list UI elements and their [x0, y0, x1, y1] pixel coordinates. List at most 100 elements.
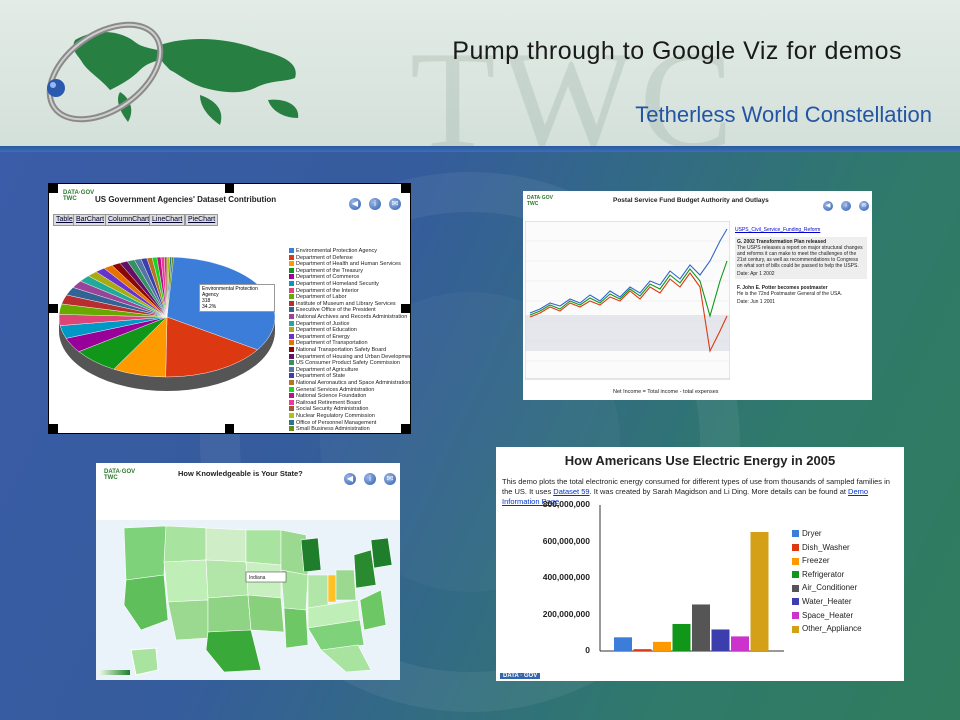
- legend-item: Environmental Protection Agency: [289, 248, 377, 254]
- legend-label: Department of Energy: [296, 333, 350, 340]
- legend-swatch: [289, 327, 294, 333]
- bar-space-heater[interactable]: [731, 636, 749, 651]
- legend-item: Office of Personnel Management: [289, 420, 376, 426]
- legend-label: National Science Foundation: [296, 393, 367, 400]
- resize-handle[interactable]: [49, 424, 58, 433]
- legend-item: Department of Defense: [289, 255, 353, 261]
- legend-label: Department of Education: [296, 327, 357, 334]
- legend-swatch: [289, 320, 294, 326]
- legend-swatch: [289, 393, 294, 399]
- tab-columnchart[interactable]: ColumnChart: [105, 214, 153, 226]
- legend-swatch: [289, 419, 294, 425]
- legend-item: Small Business Administration: [289, 426, 370, 432]
- postal-service-panel[interactable]: DATA·GOV TWC Postal Service Fund Budget …: [523, 191, 872, 400]
- legend-label: Railroad Retirement Board: [296, 399, 362, 406]
- legend-label: National Archives and Records Administra…: [296, 314, 408, 320]
- back-icon[interactable]: ◀: [823, 201, 833, 211]
- legend-label: Executive Office of the President: [296, 307, 376, 314]
- bar-air-conditioner[interactable]: [692, 604, 710, 651]
- postal-chart-title: Postal Service Fund Budget Authority and…: [613, 197, 769, 204]
- bar-freezer[interactable]: [653, 641, 671, 651]
- legend-label: Department of Commerce: [296, 274, 360, 281]
- mail-icon[interactable]: ✉: [859, 201, 869, 211]
- resize-handle[interactable]: [401, 424, 410, 433]
- legend-swatch: [289, 274, 294, 280]
- resize-handle[interactable]: [401, 304, 410, 313]
- resize-handle[interactable]: [401, 184, 410, 193]
- back-icon[interactable]: ◀: [344, 473, 356, 485]
- postal-annotations: USPS_Civil_Service_Funding_Reform G. 200…: [735, 227, 867, 387]
- info-icon[interactable]: i: [364, 473, 376, 485]
- legend-label: National Aeronautics and Space Administr…: [296, 380, 411, 386]
- energy-bar-chart: [599, 505, 784, 652]
- legend-swatch: [289, 261, 294, 267]
- datagov-logo: DATA·GOV TWC: [527, 195, 553, 207]
- legend-swatch: [289, 314, 294, 320]
- agencies-chart-title: US Government Agencies' Dataset Contribu…: [95, 195, 277, 204]
- resize-handle[interactable]: [49, 304, 58, 313]
- legend-swatch: [792, 530, 799, 538]
- legend-swatch: [289, 353, 294, 359]
- resize-handle[interactable]: [49, 184, 58, 193]
- legend-swatch: [289, 333, 294, 339]
- legend-item: Department of Labor: [289, 294, 346, 300]
- state-knowledge-panel[interactable]: DATA·GOV TWC How Knowledgeable is Your S…: [96, 463, 400, 680]
- back-icon[interactable]: ◀: [349, 198, 361, 210]
- legend-item: Department of Education: [289, 327, 357, 333]
- slide-title: Pump through to Google Viz for demos: [452, 37, 902, 65]
- bar-water-heater[interactable]: [711, 629, 730, 651]
- legend-item: National Archives and Records Administra…: [289, 314, 407, 320]
- legend-label: US Consumer Product Safety Commission: [296, 360, 400, 367]
- legend-swatch: [289, 300, 294, 306]
- legend-swatch: [289, 373, 294, 379]
- legend-swatch: [289, 254, 294, 260]
- legend-label: National Transportation Safety Board: [296, 347, 387, 353]
- tab-barchart[interactable]: BarChart: [73, 214, 108, 226]
- legend-label: Air_Conditioner: [802, 583, 858, 593]
- mail-icon[interactable]: ✉: [389, 198, 401, 210]
- legend-item: Department of the Treasury: [289, 268, 363, 274]
- agencies-pie-panel[interactable]: DATA·GOV TWC US Government Agencies' Dat…: [48, 183, 411, 434]
- legend-label: Department of the Treasury: [296, 267, 363, 274]
- legend-item: Department of Agriculture: [289, 367, 358, 373]
- legend-item: Dryer: [792, 529, 822, 538]
- legend-swatch: [792, 571, 799, 579]
- tab-linechart[interactable]: LineChart: [149, 214, 186, 226]
- resize-handle[interactable]: [225, 184, 234, 193]
- dataset-link[interactable]: Dataset 59: [553, 487, 589, 496]
- agencies-pie-chart: [58, 256, 276, 391]
- legend-label: Department of Transportation: [296, 340, 368, 347]
- info-icon[interactable]: i: [841, 201, 851, 211]
- legend-swatch: [792, 625, 799, 633]
- legend-item: Department of Energy: [289, 334, 350, 340]
- legend-label: Small Business Administration: [296, 426, 370, 433]
- annotation-link[interactable]: USPS_Civil_Service_Funding_Reform: [735, 227, 867, 233]
- info-icon[interactable]: i: [369, 198, 381, 210]
- bar-refrigerator[interactable]: [672, 623, 691, 651]
- legend-swatch: [289, 360, 294, 366]
- datagov-logo: DATA·GOV TWC: [104, 469, 136, 481]
- legend-item: Department of Health and Human Services: [289, 261, 401, 267]
- energy-chart-panel[interactable]: How Americans Use Electric Energy in 200…: [496, 447, 904, 681]
- y-tick-label: 400,000,000: [542, 572, 590, 582]
- bar-dryer[interactable]: [614, 637, 632, 651]
- slide-header: TWC Pump through to Google Viz for demos…: [0, 0, 960, 148]
- resize-handle[interactable]: [225, 424, 234, 433]
- mail-icon[interactable]: ✉: [384, 473, 396, 485]
- datagov-logo: DATA·GOV TWC: [63, 190, 95, 202]
- legend-item: National Transportation Safety Board: [289, 347, 386, 353]
- legend-label: Department of the Interior: [296, 287, 359, 294]
- annotation-date: Date: Jun 1 2001: [737, 299, 776, 305]
- legend-item: Refrigerator: [792, 570, 844, 579]
- legend-swatch: [289, 294, 294, 300]
- annotation-text: The USPS releases a report on major stru…: [737, 245, 863, 269]
- legend-label: Space_Heater: [802, 610, 854, 620]
- legend-swatch: [289, 281, 294, 287]
- bar-other-appliance[interactable]: [750, 532, 769, 651]
- y-tick-label: 600,000,000: [542, 535, 590, 546]
- bar-dish-washer[interactable]: [633, 649, 652, 651]
- tab-piechart[interactable]: PieChart: [185, 214, 219, 226]
- legend-item: National Aeronautics and Space Administr…: [289, 380, 410, 386]
- legend-item: Social Security Administration: [289, 406, 368, 412]
- y-tick-label: 200,000,000: [542, 608, 590, 619]
